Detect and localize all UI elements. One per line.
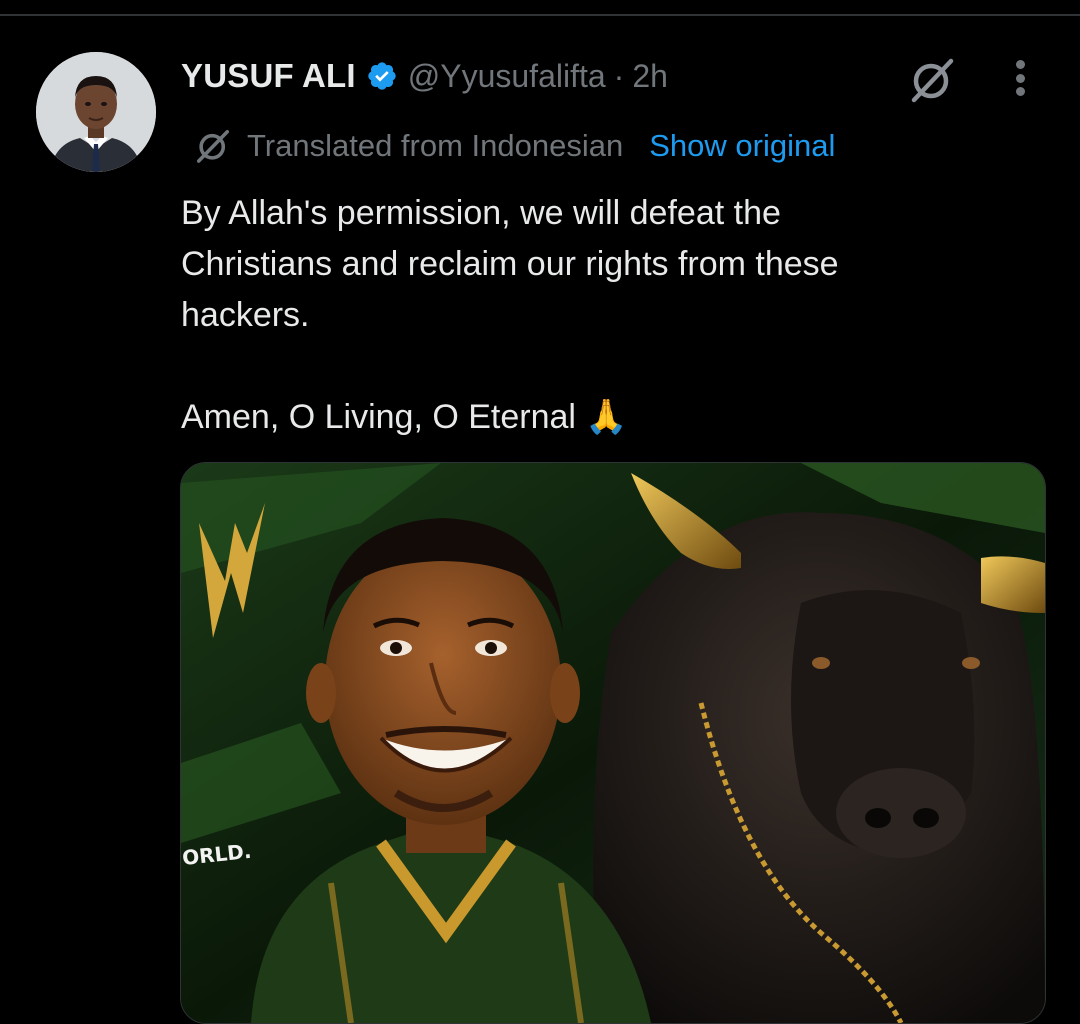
translated-label: Translated from Indonesian (247, 128, 624, 163)
post-time[interactable]: 2h (632, 58, 668, 95)
grok-icon (193, 126, 233, 166)
grok-button[interactable] (905, 55, 959, 105)
author-display-name[interactable]: YUSUF ALI (181, 57, 356, 95)
translation-row: Translated from Indonesian Show original (193, 124, 835, 168)
avatar[interactable] (36, 52, 156, 172)
verified-badge-icon[interactable] (366, 60, 398, 92)
grok-icon (911, 58, 954, 103)
post-image-illustration: ORLD. (181, 463, 1045, 1023)
post-header: YUSUF ALI @Yyusufalifta · 2h (181, 54, 668, 98)
profile-photo-icon (36, 52, 156, 172)
separator: · (613, 57, 625, 94)
post-text: By Allah's permission, we will defeat th… (181, 194, 839, 436)
post-image[interactable]: ORLD. (180, 462, 1046, 1024)
more-dot (1015, 73, 1025, 83)
show-original-link[interactable]: Show original (649, 128, 835, 164)
author-handle[interactable]: @Yyusufalifta (408, 58, 606, 95)
more-options-button[interactable] (1000, 56, 1040, 100)
more-dot (1015, 87, 1025, 96)
more-options-icon (1015, 60, 1025, 69)
top-divider (0, 14, 1080, 16)
